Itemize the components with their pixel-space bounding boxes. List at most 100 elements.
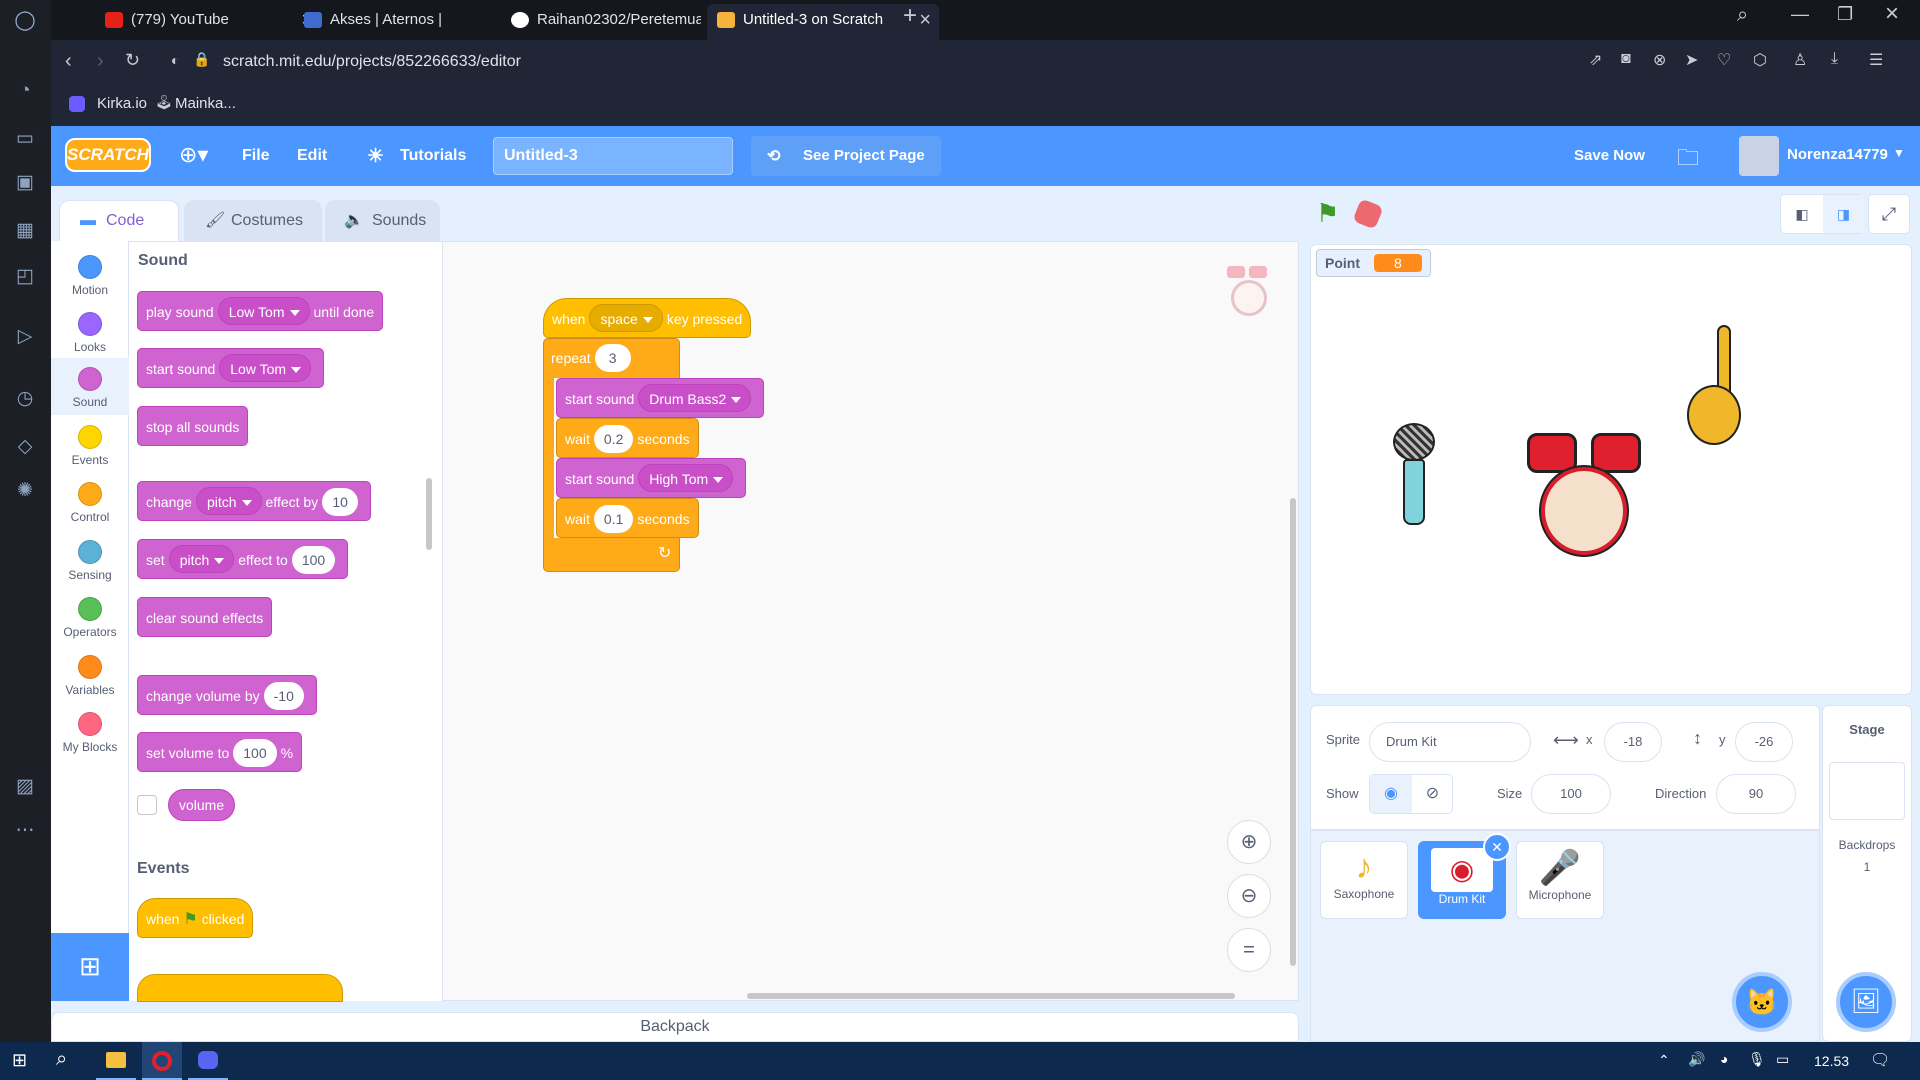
category-variables[interactable]: Variables [51, 646, 129, 703]
choose-sprite-icon[interactable]: 🐱 [1732, 972, 1792, 1032]
volume-icon[interactable]: 🔊 [1688, 1051, 1705, 1068]
tab-sounds[interactable]: 🔈 Sounds [325, 200, 440, 242]
change-volume-block[interactable]: change volume by -10 [137, 675, 317, 715]
app-tray-icon[interactable]: ◕ [1720, 1051, 1728, 1067]
fullscreen-icon[interactable]: ⤢ [1868, 194, 1910, 234]
microphone-sprite[interactable] [1391, 423, 1437, 527]
project-title-input[interactable]: Untitled-3 [493, 137, 733, 175]
account-icon[interactable]: ♙ [1793, 50, 1807, 70]
username-menu[interactable]: Norenza14779 [1787, 146, 1888, 163]
settings-icon[interactable]: ✺ [12, 478, 38, 504]
bookmark-kirka[interactable]: Kirka.io [97, 95, 147, 112]
green-flag-icon[interactable]: ⚑ [1316, 198, 1339, 229]
speed-dial-icon[interactable]: ◔ [12, 78, 38, 104]
backdrop-thumbnail[interactable] [1829, 762, 1905, 820]
discord-icon[interactable] [188, 1042, 228, 1080]
zoom-in-icon[interactable]: ⊕ [1227, 820, 1271, 864]
workspace-vertical-scrollbar[interactable] [1290, 498, 1296, 966]
camera-icon[interactable]: ◙ [1621, 50, 1631, 68]
tab-youtube[interactable]: (779) YouTube × [95, 4, 321, 40]
close-window-icon[interactable]: × [1885, 0, 1899, 28]
backpack-bar[interactable]: Backpack [51, 1012, 1299, 1042]
adblock-icon[interactable]: ⊗ [1653, 50, 1666, 70]
play-sound-until-done-block[interactable]: play sound Low Tom until done [137, 291, 384, 331]
x-input[interactable]: -18 [1604, 722, 1662, 762]
notification-icon[interactable]: 🗨 [1870, 1050, 1890, 1070]
opera-taskbar-icon[interactable] [142, 1042, 182, 1080]
download-icon[interactable]: ⤓ [1831, 50, 1838, 68]
category-events[interactable]: Events [51, 416, 129, 473]
variable-monitor[interactable]: Point 8 [1316, 249, 1431, 277]
delete-sprite-icon[interactable]: ✕ [1483, 833, 1511, 861]
extension-icon[interactable]: ▦ [12, 218, 38, 244]
sound-dropdown[interactable]: High Tom [638, 464, 734, 492]
sound-dropdown[interactable]: Low Tom [217, 297, 310, 325]
category-motion[interactable]: Motion [51, 246, 129, 303]
sound-dropdown[interactable]: Drum Bass2 [638, 384, 752, 412]
tab-aternos[interactable]: Akses | Aternos | Peladen M [294, 4, 494, 40]
drum-kit-sprite[interactable] [1527, 423, 1645, 563]
tray-chevron-icon[interactable]: ⌃ [1658, 1052, 1670, 1069]
opera-logo-icon[interactable]: ◯ [12, 8, 38, 34]
category-sensing[interactable]: Sensing [51, 531, 129, 588]
twitch-icon[interactable]: ▣ [12, 170, 38, 196]
event-block-partial[interactable] [137, 974, 343, 1002]
lock-icon[interactable]: 🔒 [193, 51, 210, 68]
number-input[interactable]: 100 [233, 739, 277, 767]
number-input[interactable]: -10 [263, 682, 304, 710]
forward-icon[interactable]: › [97, 50, 104, 73]
wait-seconds-input[interactable]: 0.2 [593, 425, 634, 453]
when-flag-clicked-block[interactable]: when ⚑ clicked [137, 898, 254, 938]
volume-monitor-checkbox[interactable] [137, 795, 157, 815]
direction-input[interactable]: 90 [1716, 774, 1796, 814]
workspace-horizontal-scrollbar[interactable] [747, 993, 1235, 999]
mic-icon[interactable]: 🎙 [1748, 1051, 1766, 1068]
zoom-out-icon[interactable]: ⊖ [1227, 874, 1271, 918]
vpn-icon[interactable]: ◐ [171, 52, 179, 68]
tab-costumes[interactable]: 🖌 Costumes [184, 200, 322, 242]
send-icon[interactable]: ➤ [1685, 50, 1698, 70]
sprite-name-input[interactable]: Drum Kit [1369, 722, 1531, 762]
change-effect-block[interactable]: change pitch effect by 10 [137, 481, 372, 521]
size-input[interactable]: 100 [1531, 774, 1611, 814]
bookmark-mainka[interactable]: Mainka... [175, 95, 236, 112]
box-icon[interactable]: ⬡ [1753, 50, 1767, 70]
choose-backdrop-icon[interactable]: 🖼 [1836, 972, 1896, 1032]
heart-icon[interactable]: ♡ [1717, 50, 1731, 70]
minimize-icon[interactable]: — [1791, 4, 1809, 25]
file-explorer-icon[interactable] [96, 1042, 136, 1080]
number-input[interactable]: 10 [322, 488, 359, 516]
script-workspace[interactable]: when space key pressed repeat 3 ↻ start sou… [442, 241, 1299, 1001]
cube-icon[interactable]: ◇ [12, 434, 38, 460]
category-control[interactable]: Control [51, 473, 129, 530]
search-icon[interactable]: ⌕ [56, 1048, 67, 1071]
my-stuff-folder-icon[interactable]: 🗀 [1677, 141, 1699, 179]
tutorials-button[interactable]: Tutorials [400, 147, 466, 165]
category-sound[interactable]: Sound [51, 358, 129, 415]
add-extension-button[interactable]: ⊞ [51, 933, 129, 1001]
start-sound-block[interactable]: start sound Drum Bass2 [556, 378, 765, 418]
set-volume-block[interactable]: set volume to 100% [137, 732, 303, 772]
new-tab-icon[interactable]: + [903, 2, 917, 30]
shop-icon[interactable]: ▭ [12, 126, 38, 152]
zoom-reset-icon[interactable]: = [1227, 928, 1271, 972]
stop-all-sounds-block[interactable]: stop all sounds [137, 406, 249, 446]
clear-sound-effects-block[interactable]: clear sound effects [137, 597, 273, 637]
network-icon[interactable]: ▭ [1776, 1051, 1789, 1068]
stage-canvas[interactable]: Point 8 [1310, 244, 1912, 695]
y-input[interactable]: -26 [1735, 722, 1793, 762]
tab-github[interactable]: Raihan02302/Peretemuan8 [501, 4, 701, 40]
avatar[interactable] [1739, 136, 1779, 176]
effect-dropdown[interactable]: pitch [168, 545, 235, 573]
file-menu[interactable]: File [242, 147, 270, 165]
when-key-pressed-block[interactable]: when space key pressed [543, 298, 752, 338]
small-stage-icon[interactable]: ◧ [1781, 195, 1823, 233]
gallery-icon[interactable]: ▨ [12, 774, 38, 800]
category-looks[interactable]: Looks [51, 303, 129, 360]
effect-dropdown[interactable]: pitch [195, 487, 262, 515]
share-icon[interactable]: ⇗ [1589, 50, 1602, 70]
clock[interactable]: 12.53 [1814, 1053, 1849, 1069]
start-sound-block[interactable]: start sound High Tom [556, 458, 747, 498]
restore-icon[interactable]: ❐ [1837, 4, 1853, 25]
saxophone-sprite[interactable] [1681, 325, 1771, 455]
